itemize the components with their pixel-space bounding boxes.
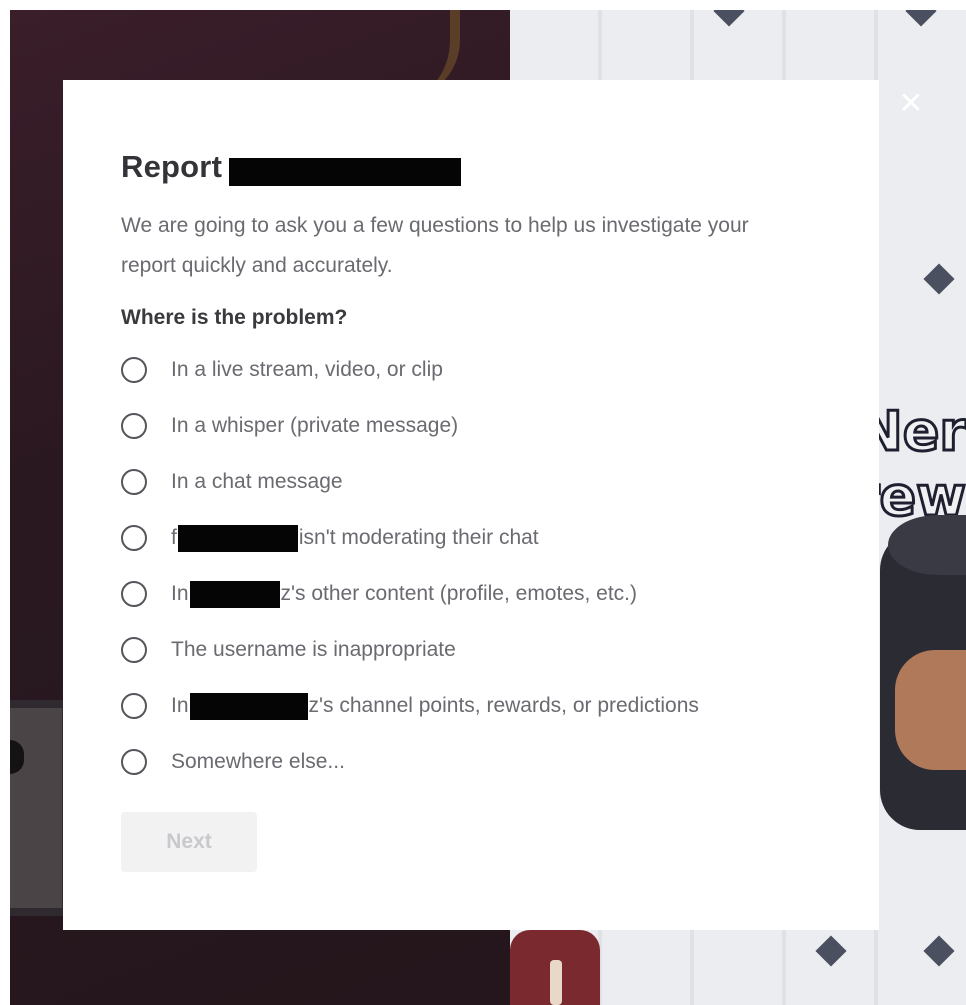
radio-button[interactable]: [121, 469, 147, 495]
radio-button[interactable]: [121, 357, 147, 383]
option-label: In z's other content (profile, emotes, e…: [171, 580, 638, 608]
report-dialog: Report We are going to ask you a few que…: [63, 80, 879, 930]
background-frame: [10, 700, 70, 916]
dialog-intro-text: We are going to ask you a few questions …: [121, 214, 749, 277]
next-button[interactable]: Next: [121, 812, 257, 872]
option-label: f isn't moderating their chat: [171, 524, 539, 552]
option-label: In a live stream, video, or clip: [171, 358, 443, 381]
radio-button[interactable]: [121, 749, 147, 775]
option-label-prefix: In: [171, 694, 189, 717]
dialog-title-row: Report: [121, 142, 821, 192]
option-channel-points[interactable]: In z's channel points, rewards, or predi…: [121, 678, 821, 734]
radio-button[interactable]: [121, 637, 147, 663]
redacted-username: [189, 692, 308, 720]
option-label: In a whisper (private message): [171, 414, 459, 437]
option-label: In a chat message: [171, 470, 343, 493]
option-label: In z's channel points, rewards, or predi…: [171, 692, 699, 720]
option-label-suffix: z's other content (profile, emotes, etc.…: [280, 582, 638, 605]
option-label-prefix: In: [171, 582, 189, 605]
redacted-username: [177, 524, 298, 552]
option-label: Somewhere else...: [171, 750, 345, 773]
question-label: Where is the problem?: [121, 306, 348, 329]
option-username[interactable]: The username is inappropriate: [121, 622, 821, 678]
redacted-username: [229, 158, 462, 186]
option-live-stream[interactable]: In a live stream, video, or clip: [121, 342, 821, 398]
option-label-prefix: f: [171, 526, 177, 549]
dialog-title: Report: [121, 149, 223, 184]
option-chat-message[interactable]: In a chat message: [121, 454, 821, 510]
radio-button[interactable]: [121, 581, 147, 607]
option-whisper[interactable]: In a whisper (private message): [121, 398, 821, 454]
radio-button[interactable]: [121, 693, 147, 719]
redacted-username: [189, 580, 280, 608]
radio-button[interactable]: [121, 413, 147, 439]
background-candle: [550, 960, 562, 1005]
radio-button[interactable]: [121, 525, 147, 551]
close-button[interactable]: ✕: [893, 86, 929, 122]
close-icon: ✕: [898, 86, 924, 121]
option-somewhere-else[interactable]: Somewhere else...: [121, 734, 821, 790]
option-other-content[interactable]: In z's other content (profile, emotes, e…: [121, 566, 821, 622]
option-label-suffix: isn't moderating their chat: [298, 526, 539, 549]
option-not-moderating[interactable]: f isn't moderating their chat: [121, 510, 821, 566]
background-character-face: [895, 650, 966, 770]
location-options: In a live stream, video, or clip In a wh…: [121, 342, 821, 790]
option-label: The username is inappropriate: [171, 638, 456, 661]
option-label-suffix: z's channel points, rewards, or predicti…: [308, 694, 699, 717]
